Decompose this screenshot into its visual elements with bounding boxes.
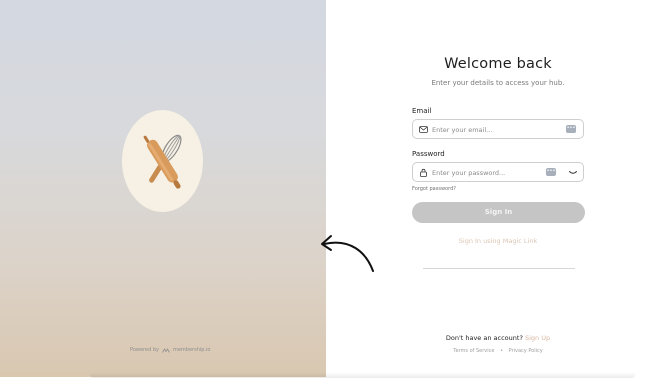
password-manager-icon[interactable]: ••• [566, 125, 576, 133]
rolling-pin-whisk-icon [143, 134, 182, 189]
sign-in-button[interactable]: Sign In [412, 202, 585, 223]
login-panel: Welcome back Enter your details to acces… [326, 0, 670, 377]
email-label: Email [412, 107, 432, 115]
password-field[interactable]: ••• [412, 162, 584, 182]
lock-icon [420, 168, 427, 177]
footer-links: Terms of Service • Privacy Policy [326, 348, 670, 354]
bottom-edge-shadow [90, 372, 635, 378]
privacy-link[interactable]: Privacy Policy [509, 348, 543, 354]
brand-panel: Powered by membership.io [0, 0, 326, 377]
hub-logo [122, 110, 203, 212]
password-input[interactable] [432, 166, 542, 179]
sign-up-prompt: Don't have an account? Sign Up [326, 334, 670, 342]
membership-logo-icon [162, 347, 170, 353]
magic-link-button[interactable]: Sign In using Magic Link [326, 237, 670, 245]
powered-by-brand: membership.io [172, 347, 211, 353]
no-account-text: Don't have an account? [445, 334, 523, 342]
password-manager-icon[interactable]: ••• [546, 168, 556, 176]
mail-icon [419, 126, 428, 133]
sign-up-link[interactable]: Sign Up [525, 334, 550, 342]
terms-link[interactable]: Terms of Service [453, 348, 494, 354]
divider [423, 268, 575, 269]
page-subtitle: Enter your details to access your hub. [431, 79, 565, 87]
powered-by: Powered by membership.io [130, 347, 210, 353]
footer-separator: • [500, 348, 504, 354]
email-input[interactable] [432, 123, 542, 136]
powered-by-label: Powered by [130, 347, 159, 353]
forgot-password-link[interactable]: Forgot password? [412, 186, 456, 192]
toggle-visibility-icon[interactable] [568, 168, 578, 177]
page-title: Welcome back [444, 56, 552, 72]
password-label: Password [412, 150, 445, 158]
email-field[interactable]: ••• [412, 119, 584, 139]
